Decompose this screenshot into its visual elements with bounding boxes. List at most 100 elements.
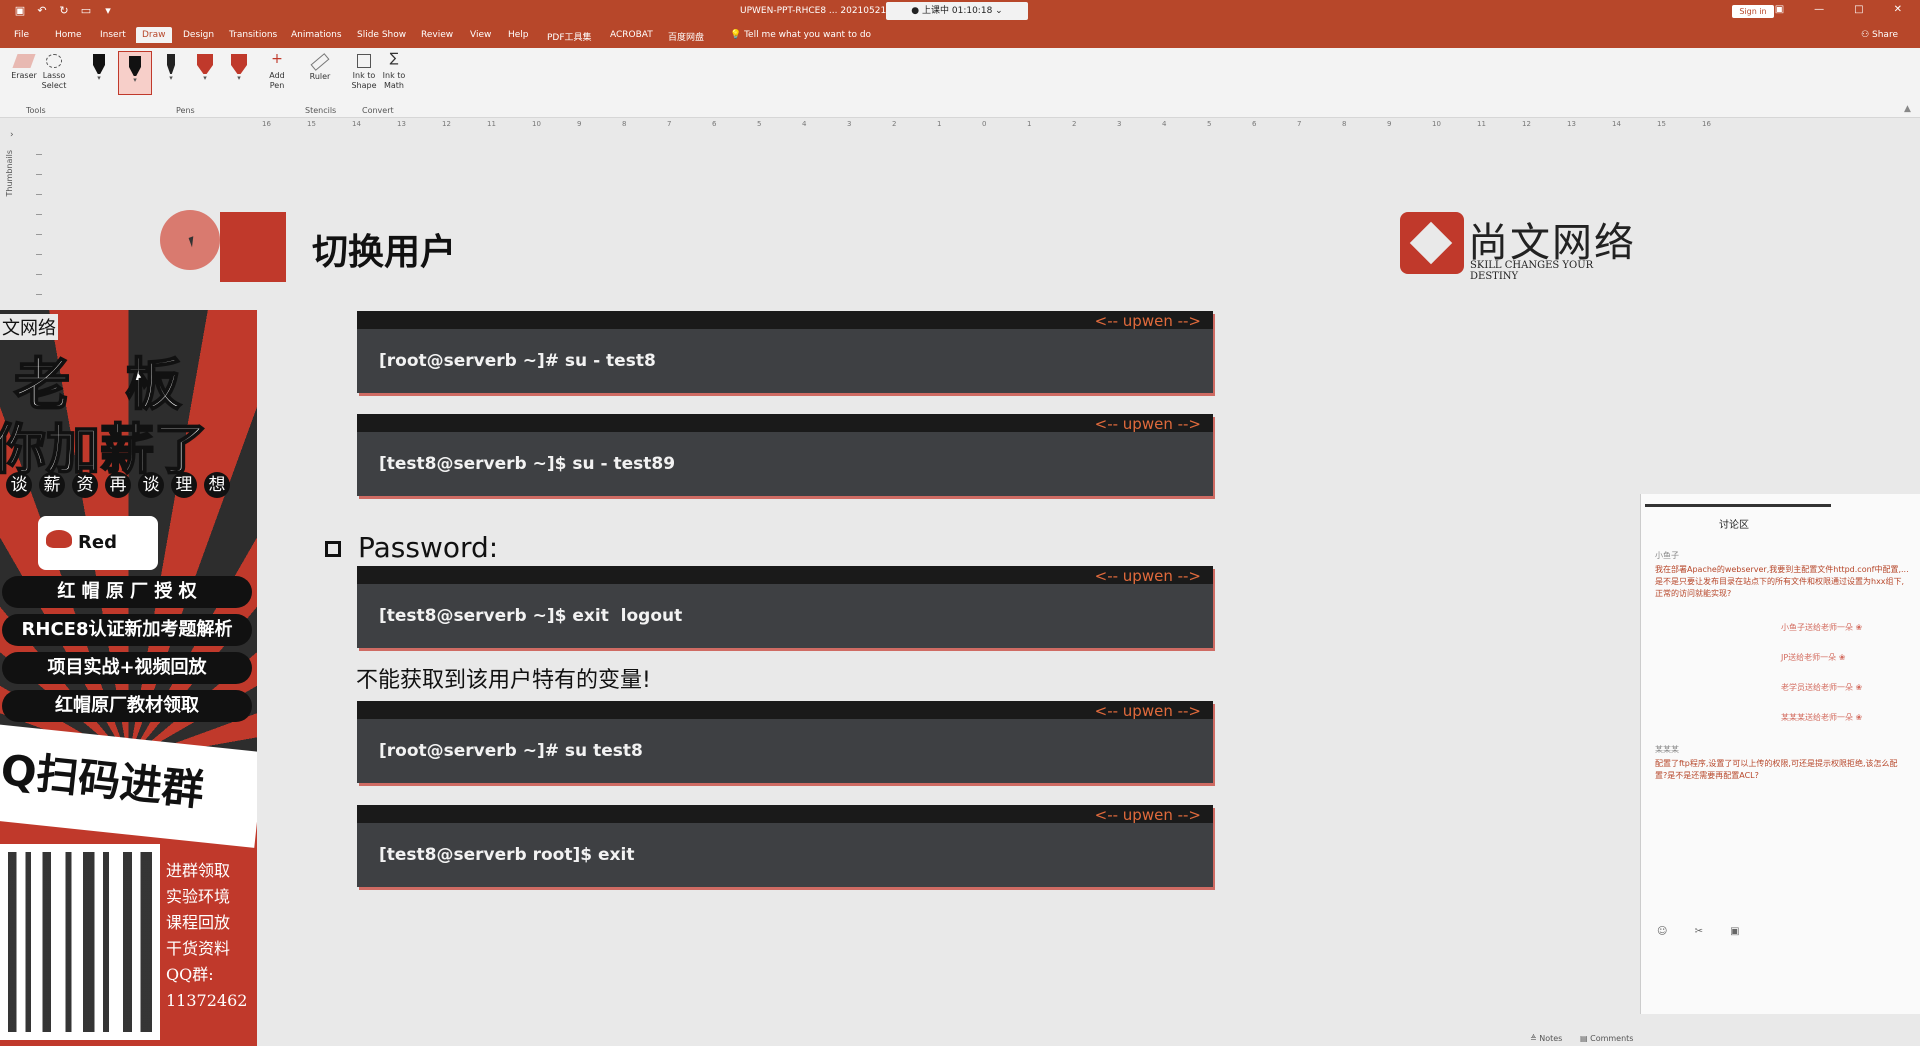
group-convert: Convert bbox=[362, 106, 394, 115]
thumbnails-label[interactable]: Thumbnails bbox=[5, 150, 14, 196]
ruler-label: Ruler bbox=[309, 72, 331, 81]
highlighter-red-1[interactable]: ▾ bbox=[196, 54, 214, 84]
chat-username: 某某某 bbox=[1655, 745, 1679, 754]
eraser-button[interactable]: Eraser bbox=[10, 54, 38, 81]
side-line: 11372462 bbox=[166, 991, 248, 1010]
ruler-tick: 3 bbox=[1117, 120, 1122, 128]
quick-access-toolbar: ▣ ↶ ↻ ▭ ▾ bbox=[14, 5, 114, 17]
tab-view[interactable]: View bbox=[470, 30, 491, 40]
ruler-tick: 13 bbox=[397, 120, 406, 128]
side-line: 课程回放 bbox=[166, 913, 231, 932]
ruler-tick: 2 bbox=[892, 120, 897, 128]
comments-button[interactable]: ▤ Comments bbox=[1580, 1034, 1633, 1043]
ruler-tick: 12 bbox=[1522, 120, 1531, 128]
status-bar: ≜ Notes ▤ Comments bbox=[1500, 1032, 1920, 1046]
code-command: [root@serverb ~]# su - test8 bbox=[379, 351, 656, 371]
maximize-icon[interactable]: □ bbox=[1854, 4, 1863, 15]
highlighter-red-2[interactable]: ▾ bbox=[230, 54, 248, 84]
lasso-select-button[interactable]: Lasso Select bbox=[40, 54, 68, 91]
minimize-icon[interactable]: — bbox=[1814, 4, 1824, 15]
chat-message: 配置了ftp程序,设置了可以上传的权限,可还是提示权限拒绝,该怎么配置?是不是还… bbox=[1655, 759, 1898, 780]
close-icon[interactable]: ✕ bbox=[1894, 4, 1902, 15]
code-command: [test8@serverb root]$ exit bbox=[379, 845, 635, 865]
group-tools: Tools bbox=[26, 106, 46, 115]
ruler-tick: 2 bbox=[1072, 120, 1077, 128]
redhat-badge: Red Hat bbox=[38, 516, 158, 607]
code-tag: <-- upwen --> bbox=[1094, 702, 1201, 720]
ruler-tick: 4 bbox=[802, 120, 807, 128]
chat-tools[interactable]: ☺ ✂ ▣ bbox=[1657, 926, 1752, 937]
tab-design[interactable]: Design bbox=[183, 30, 214, 40]
tab-animations[interactable]: Animations bbox=[291, 30, 342, 40]
tab-home[interactable]: Home bbox=[55, 30, 82, 40]
tell-me-search[interactable]: 💡 Tell me what you want to do bbox=[730, 30, 871, 40]
ruler-tick: 16 bbox=[262, 120, 271, 128]
undo-icon[interactable]: ↶ bbox=[36, 5, 48, 17]
discussion-title: 讨论区 bbox=[1719, 520, 1749, 531]
share-button[interactable]: ⚇ Share bbox=[1861, 30, 1898, 40]
ribbon-display-icon[interactable]: ▣ bbox=[1775, 4, 1784, 15]
side-line: 实验环境 bbox=[166, 887, 231, 906]
present-icon[interactable]: ▭ bbox=[80, 5, 92, 17]
pen-red-selected[interactable]: ▾ bbox=[118, 51, 152, 95]
ruler-tick: 16 bbox=[1702, 120, 1711, 128]
slogan-char: 再 bbox=[105, 472, 131, 498]
ruler-tick: 13 bbox=[1567, 120, 1576, 128]
group-stencils: Stencils bbox=[305, 106, 337, 115]
ruler-tick: 3 bbox=[847, 120, 852, 128]
ruler-tick: 7 bbox=[667, 120, 672, 128]
code-command: [test8@serverb ~]$ su - test89 bbox=[379, 454, 676, 474]
code-command: [root@serverb ~]# su test8 bbox=[379, 741, 643, 761]
upwen-logo: 尚文网络 SKILL CHANGES YOUR DESTINY bbox=[1400, 210, 1640, 282]
sign-in-button[interactable]: Sign in bbox=[1732, 5, 1774, 18]
ink-to-shape-button[interactable]: Ink to Shape bbox=[350, 54, 378, 91]
notes-button[interactable]: ≜ Notes bbox=[1530, 1034, 1562, 1043]
ruler-tick: 10 bbox=[1432, 120, 1441, 128]
ruler-tick: 6 bbox=[712, 120, 717, 128]
poster-side-text: 进群领取 实验环境 课程回放 干货资料 QQ群: 11372462 bbox=[166, 858, 252, 1014]
slogan-char: 薪 bbox=[39, 472, 65, 498]
tab-draw[interactable]: Draw bbox=[136, 27, 172, 43]
tab-transitions[interactable]: Transitions bbox=[229, 30, 277, 40]
chat-gift: 某某某送给老师一朵 ❀ bbox=[1781, 713, 1863, 722]
tab-file[interactable]: File bbox=[14, 30, 29, 40]
horizontal-ruler: 16 15 14 13 12 11 10 9 8 7 6 5 4 3 2 1 0 1 2 3 4 5 6 7 8 9 10 11 12 1… bbox=[240, 120, 1730, 130]
vertical-ruler bbox=[36, 150, 44, 300]
recording-timer[interactable]: ● 上课中 01:10:18 ⌄ bbox=[886, 2, 1028, 20]
tab-acrobat[interactable]: ACROBAT bbox=[610, 30, 653, 40]
tab-baidu-netdisk[interactable]: 百度网盘 bbox=[668, 30, 704, 43]
lasso-icon bbox=[46, 54, 62, 68]
redo-icon[interactable]: ↻ bbox=[58, 5, 70, 17]
expand-chevron-icon[interactable]: › bbox=[10, 130, 14, 140]
tab-insert[interactable]: Insert bbox=[100, 30, 126, 40]
add-pen-button[interactable]: + Add Pen bbox=[264, 52, 290, 91]
thumbnail-pane: › bbox=[0, 118, 22, 318]
save-icon[interactable]: ▣ bbox=[14, 5, 26, 17]
side-line: 干货资料 bbox=[166, 939, 231, 958]
chat-message: 我在部署Apache的webserver,我要到主配置文件httpd.conf中… bbox=[1655, 565, 1909, 598]
pen-pencil[interactable]: ▾ bbox=[162, 54, 180, 84]
draw-ribbon: Eraser Lasso Select ▾ ▾ ▾ ▾ ▾ + Add Pen … bbox=[0, 48, 1920, 118]
ruler-tick: 5 bbox=[1207, 120, 1212, 128]
code-block: <-- upwen --> [root@serverb ~]# su - tes… bbox=[357, 311, 1213, 393]
tab-slide-show[interactable]: Slide Show bbox=[357, 30, 406, 40]
scroll-up-icon[interactable]: ▲ bbox=[1904, 104, 1914, 124]
customize-icon[interactable]: ▾ bbox=[102, 5, 114, 17]
chat-username: 小鱼子 bbox=[1655, 551, 1679, 560]
ruler-icon bbox=[310, 53, 330, 71]
tab-review[interactable]: Review bbox=[421, 30, 453, 40]
tab-help[interactable]: Help bbox=[508, 30, 529, 40]
group-pens: Pens bbox=[176, 106, 195, 115]
pen-black[interactable]: ▾ bbox=[90, 54, 108, 84]
discussion-panel: 讨论区 小鱼子 我在部署Apache的webserver,我要到主配置文件htt… bbox=[1640, 494, 1920, 1014]
ruler-button[interactable]: Ruler bbox=[306, 53, 334, 82]
ruler-tick: 14 bbox=[1612, 120, 1621, 128]
ruler-tick: 4 bbox=[1162, 120, 1167, 128]
ink-to-math-button[interactable]: ∑ Ink to Math bbox=[380, 52, 408, 91]
ink-math-label: Ink to Math bbox=[382, 71, 406, 90]
tab-pdf-tools[interactable]: PDF工具集 bbox=[547, 30, 592, 43]
code-tag: <-- upwen --> bbox=[1094, 806, 1201, 824]
logo-mark-icon bbox=[1400, 212, 1464, 274]
qr-code[interactable] bbox=[0, 844, 160, 1040]
qr-code-image bbox=[8, 852, 152, 1032]
